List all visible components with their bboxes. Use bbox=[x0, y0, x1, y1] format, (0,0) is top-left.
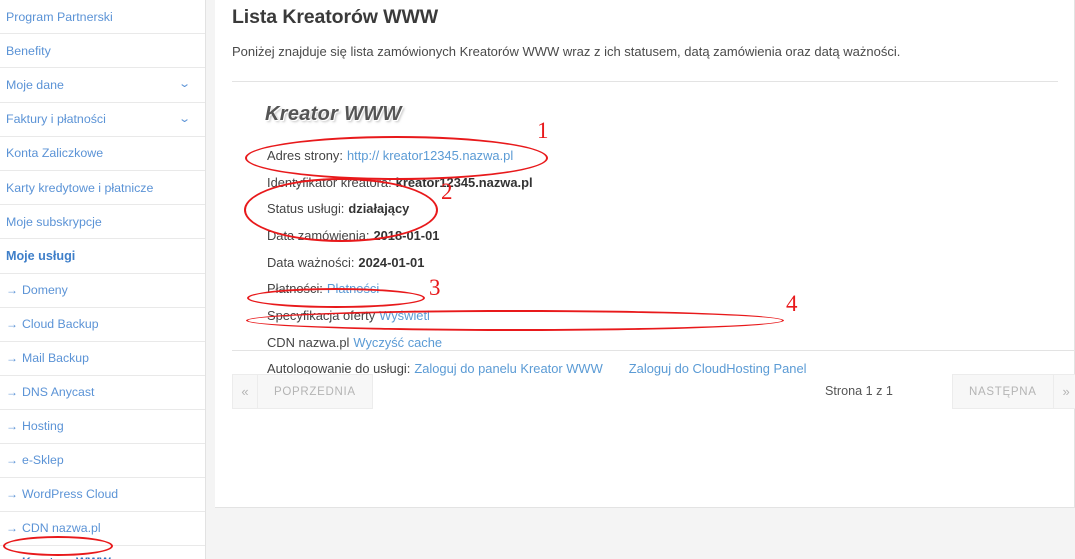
sidebar-item-program-partnerski[interactable]: Program Partnerski bbox=[0, 0, 205, 35]
sidebar-item-label: Benefity bbox=[6, 43, 51, 58]
sidebar-item-mail-backup[interactable]: → Mail Backup bbox=[0, 342, 205, 376]
row-status: Status usługi: działający bbox=[267, 195, 807, 222]
arrow-right-icon: → bbox=[6, 521, 18, 535]
row-identifier: Identyfikator kreatora: kreator12345.naz… bbox=[267, 169, 807, 196]
sidebar-item-dns-anycast[interactable]: → DNS Anycast bbox=[0, 376, 205, 410]
row-offer-spec: Specyfikacja oferty Wyświetl bbox=[267, 302, 807, 329]
order-date-value: 2018-01-01 bbox=[373, 227, 440, 243]
row-order-date: Data zamówienia: 2018-01-01 bbox=[267, 222, 807, 249]
sidebar-item-label: Moje dane bbox=[6, 77, 64, 92]
status-value: działający bbox=[348, 201, 410, 217]
sidebar-item-faktury-i-platnosci[interactable]: Faktury i płatności ⌄ bbox=[0, 103, 205, 137]
sidebar-item-label: Moje subskrypcje bbox=[6, 214, 102, 229]
sidebar-item-wordpress-cloud[interactable]: → WordPress Cloud bbox=[0, 478, 205, 512]
row-address: Adres strony: http:// kreator12345.nazwa… bbox=[267, 142, 807, 169]
sidebar-item-label: DNS Anycast bbox=[22, 385, 95, 399]
cdn-label: CDN nazwa.pl bbox=[267, 334, 350, 350]
sidebar-item-e-sklep[interactable]: → e-Sklep bbox=[0, 444, 205, 478]
offer-spec-link[interactable]: Wyświetl bbox=[379, 308, 430, 323]
arrow-right-icon: → bbox=[6, 351, 18, 365]
app-root: Program Partnerski Benefity Moje dane ⌄ … bbox=[0, 0, 1075, 559]
arrow-right-icon: → bbox=[6, 283, 18, 297]
autologin-kreator-link[interactable]: Zaloguj do panelu Kreator WWW bbox=[414, 361, 602, 376]
offer-spec-label: Specyfikacja oferty bbox=[267, 307, 376, 323]
sidebar-heading-label: Moje usługi bbox=[6, 248, 76, 263]
sidebar: Program Partnerski Benefity Moje dane ⌄ … bbox=[0, 0, 206, 559]
arrow-right-icon: → bbox=[6, 555, 22, 559]
sidebar-item-label: e-Sklep bbox=[22, 453, 64, 467]
sidebar-item-label: Hosting bbox=[22, 419, 64, 433]
sidebar-item-kreatory-www[interactable]: → Kreatory WWW bbox=[0, 546, 205, 559]
pagination-next-button[interactable]: NASTĘPNA bbox=[952, 374, 1054, 409]
sidebar-item-label: Kreatory WWW bbox=[22, 555, 111, 559]
sidebar-item-domeny[interactable]: → Domeny bbox=[0, 274, 205, 308]
sidebar-item-label: Mail Backup bbox=[22, 351, 89, 365]
sidebar-item-karty-kredytowe[interactable]: Karty kredytowe i płatnicze bbox=[0, 171, 205, 206]
sidebar-item-label: Cloud Backup bbox=[22, 317, 99, 331]
card-title: Kreator WWW bbox=[265, 103, 402, 125]
autologin-cloudhosting-link[interactable]: Zaloguj do CloudHosting Panel bbox=[629, 361, 807, 376]
payments-label: Płatności: bbox=[267, 281, 323, 297]
expiry-date-value: 2024-01-01 bbox=[358, 254, 425, 270]
chevron-down-icon: ⌄ bbox=[177, 112, 191, 125]
cdn-clear-cache-link[interactable]: Wyczyść cache bbox=[353, 335, 442, 350]
sidebar-item-label: Konta Zaliczkowe bbox=[6, 146, 104, 161]
sidebar-heading-moje-uslugi: Moje usługi bbox=[0, 239, 205, 274]
card-detail-rows: Adres strony: http:// kreator12345.nazwa… bbox=[267, 142, 807, 382]
pagination-prev-group: « POPRZEDNIA bbox=[232, 374, 373, 409]
address-label: Adres strony: bbox=[267, 147, 343, 163]
page-description: Poniżej znajduje się lista zamówionych K… bbox=[232, 44, 901, 59]
main-content-panel: Lista Kreatorów WWW Poniżej znajduje się… bbox=[215, 0, 1075, 508]
sidebar-item-label: CDN nazwa.pl bbox=[22, 521, 101, 535]
pagination-last-button[interactable]: » bbox=[1053, 374, 1075, 409]
expiry-date-label: Data ważności: bbox=[267, 254, 355, 270]
sidebar-item-label: WordPress Cloud bbox=[22, 487, 119, 501]
sidebar-item-benefity[interactable]: Benefity bbox=[0, 34, 205, 69]
sidebar-item-konta-zaliczkowe[interactable]: Konta Zaliczkowe bbox=[0, 137, 205, 171]
chevron-down-icon: ⌄ bbox=[177, 78, 191, 91]
arrow-right-icon: → bbox=[6, 419, 18, 433]
arrow-right-icon: → bbox=[6, 317, 18, 331]
arrow-right-icon: → bbox=[6, 385, 18, 399]
address-link[interactable]: http:// kreator12345.nazwa.pl bbox=[347, 148, 513, 163]
pagination-first-button[interactable]: « bbox=[232, 374, 258, 409]
arrow-right-icon: → bbox=[6, 487, 18, 501]
status-label: Status usługi: bbox=[267, 201, 345, 217]
row-cdn: CDN nazwa.pl Wyczyść cache bbox=[267, 329, 807, 356]
payments-link[interactable]: Płatności bbox=[327, 281, 379, 296]
sidebar-item-label: Program Partnerski bbox=[6, 9, 113, 24]
sidebar-item-label: Domeny bbox=[22, 283, 68, 297]
pagination-info: Strona 1 z 1 bbox=[825, 384, 893, 398]
sidebar-item-hosting[interactable]: → Hosting bbox=[0, 410, 205, 444]
sidebar-item-label: Faktury i płatności bbox=[6, 112, 106, 127]
row-payments: Płatności: Płatności bbox=[267, 275, 807, 302]
page-title: Lista Kreatorów WWW bbox=[232, 6, 439, 28]
arrow-right-icon: → bbox=[6, 453, 18, 467]
sidebar-item-cloud-backup[interactable]: → Cloud Backup bbox=[0, 308, 205, 342]
identifier-value: kreator12345.nazwa.pl bbox=[395, 174, 533, 190]
sidebar-item-moje-dane[interactable]: Moje dane ⌄ bbox=[0, 68, 205, 103]
pagination-prev-button[interactable]: POPRZEDNIA bbox=[258, 374, 373, 409]
sidebar-item-label: Karty kredytowe i płatnicze bbox=[6, 180, 154, 195]
pagination-next-group: NASTĘPNA » bbox=[952, 374, 1075, 409]
creator-card: Kreator WWW Adres strony: http:// kreato… bbox=[232, 81, 1058, 376]
identifier-label: Identyfikator kreatora: bbox=[267, 174, 392, 190]
row-expiry-date: Data ważności: 2024-01-01 bbox=[267, 249, 807, 276]
order-date-label: Data zamówienia: bbox=[267, 227, 370, 243]
sidebar-item-moje-subskrypcje[interactable]: Moje subskrypcje bbox=[0, 205, 205, 240]
sidebar-item-cdn-nazwa-pl[interactable]: → CDN nazwa.pl bbox=[0, 512, 205, 546]
content-divider bbox=[232, 350, 1075, 351]
